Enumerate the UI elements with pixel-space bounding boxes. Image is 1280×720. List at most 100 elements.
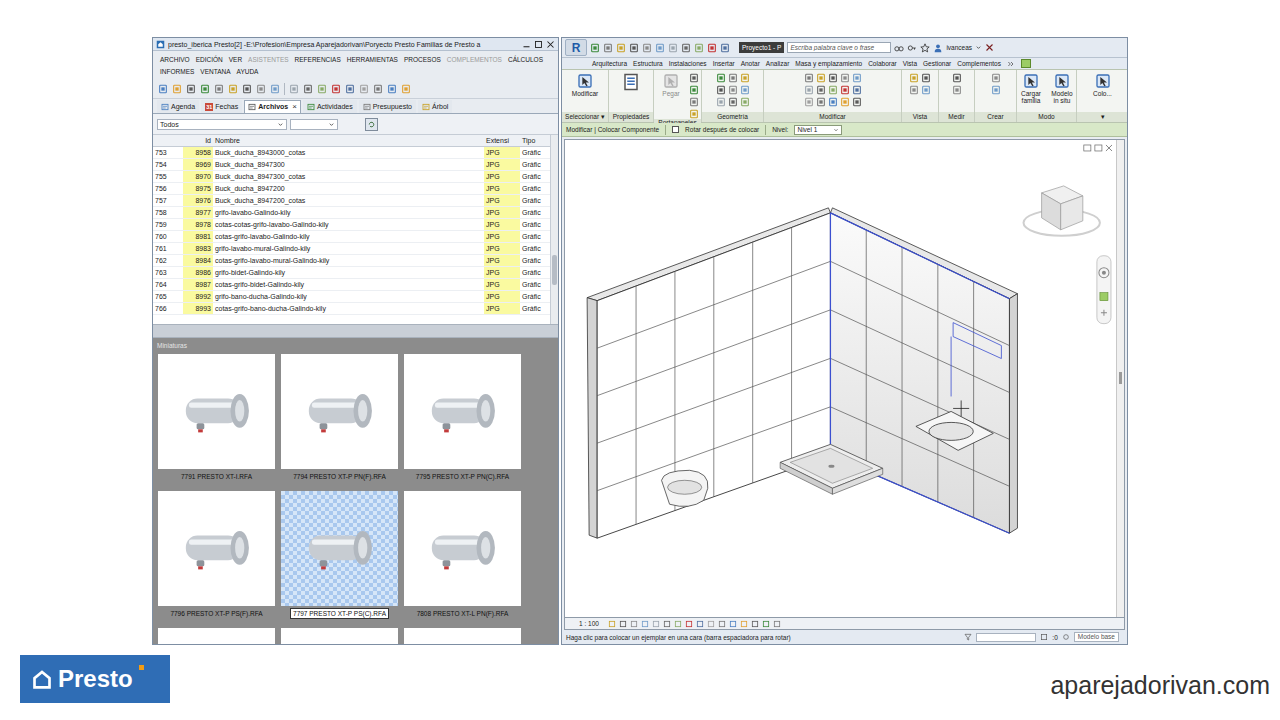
toolbar-icon[interactable]	[270, 84, 280, 94]
menu-item[interactable]: AYUDA	[237, 67, 259, 76]
tool-icon[interactable]	[828, 85, 838, 95]
view-control-icon[interactable]	[685, 620, 693, 628]
thumbnail[interactable]: 7791 PRESTO XT-I.RFA	[158, 354, 275, 483]
chevron-down-icon[interactable]	[975, 44, 982, 51]
toolbar-icon[interactable]	[186, 84, 196, 94]
panel-label[interactable]: Medir	[948, 113, 964, 121]
view-control-icon[interactable]	[751, 620, 759, 628]
tool-icon[interactable]	[716, 97, 726, 107]
menu-item[interactable]: HERRAMIENTAS	[347, 55, 398, 64]
level-dropdown[interactable]: Nivel 1	[794, 125, 842, 135]
revit-logo[interactable]: R	[572, 41, 581, 55]
toolbar-icon[interactable]	[387, 84, 397, 94]
tool-icon[interactable]	[816, 85, 826, 95]
site-url[interactable]: aparejadorivan.com	[1050, 670, 1270, 700]
refresh-icon[interactable]	[367, 120, 376, 129]
search-field[interactable]	[787, 42, 891, 53]
scrollbar[interactable]	[550, 135, 558, 324]
quick-access-icon[interactable]	[720, 43, 730, 53]
refresh-button[interactable]	[365, 118, 378, 131]
ribbon-button[interactable]: Modificar	[570, 73, 600, 97]
minimize-icon[interactable]	[522, 40, 531, 49]
menu-item[interactable]: CÁLCULOS	[508, 55, 543, 64]
chevron-down-icon[interactable]	[277, 121, 284, 128]
tool-icon[interactable]	[689, 97, 699, 107]
view-control-icon[interactable]	[718, 620, 726, 628]
column-header[interactable]: Extensi	[484, 135, 520, 146]
chevron-down-icon[interactable]	[328, 121, 335, 128]
splitter[interactable]	[153, 324, 558, 338]
panel-label[interactable]: Geometría	[717, 113, 748, 121]
panel-label[interactable]: ▾	[1101, 113, 1105, 121]
tool-icon[interactable]	[828, 97, 838, 107]
menu-item[interactable]: INFORMES	[160, 67, 194, 76]
workset-field[interactable]	[976, 633, 1036, 642]
view-control-icon[interactable]	[641, 620, 649, 628]
toolbar-icon[interactable]	[345, 84, 355, 94]
tab[interactable]: 31Fechas	[201, 100, 242, 113]
quick-access-icon[interactable]	[707, 43, 717, 53]
quick-access-icon[interactable]	[629, 43, 639, 53]
tab-close-button[interactable]: ×	[292, 102, 297, 112]
table-row[interactable]: 7658992grifo-bano-ducha-Galindo-kilyJPGG…	[153, 291, 550, 303]
tool-icon[interactable]	[577, 73, 593, 89]
menu-item[interactable]: VENTANA	[200, 67, 230, 76]
column-header[interactable]: Id	[183, 135, 213, 146]
thumbnail[interactable]	[158, 628, 275, 644]
maximize-icon[interactable]	[534, 40, 543, 49]
column-header[interactable]: Nombre	[213, 135, 484, 146]
table-row[interactable]: 7598978cotas-cotas-grifo-lavabo-Galindo-…	[153, 219, 550, 231]
binoculars-icon[interactable]	[894, 43, 904, 53]
table-row[interactable]: 7618983grifo-lavabo-mural-Galindo-kilyJP…	[153, 243, 550, 255]
user-icon[interactable]	[933, 43, 943, 53]
ribbon-button[interactable]: Cargar familia	[1017, 73, 1045, 104]
user-name[interactable]: ivanceas	[946, 43, 972, 52]
panel-label[interactable]: Vista	[913, 113, 927, 121]
tool-icon[interactable]	[689, 109, 699, 119]
filter-dropdown[interactable]: Todos	[157, 119, 287, 130]
view-control-icon[interactable]	[608, 620, 616, 628]
rotate-checkbox[interactable]	[672, 126, 679, 133]
ribbon-tab[interactable]: Masa y emplazamiento	[795, 59, 862, 68]
tab[interactable]: Presupuesto	[359, 100, 416, 113]
view-control-icon[interactable]	[674, 620, 682, 628]
panel-label[interactable]: Crear	[987, 113, 1003, 121]
tool-icon[interactable]	[1054, 73, 1070, 89]
tool-icon[interactable]	[1095, 73, 1111, 89]
thumbnail[interactable]: 7797 PRESTO XT-P PS(C).RFA	[281, 491, 398, 620]
menu-item[interactable]: REFERENCIAS	[295, 55, 341, 64]
toolbar-icon[interactable]	[200, 84, 210, 94]
close-icon[interactable]	[546, 40, 555, 49]
exchange-icon[interactable]	[985, 43, 994, 52]
tool-icon[interactable]	[952, 85, 962, 95]
table-row[interactable]: 7558970Buck_ducha_8947300_cotasJPGGráfic	[153, 171, 550, 183]
tool-icon[interactable]	[804, 97, 814, 107]
view-control-icon[interactable]	[663, 620, 671, 628]
menu-item[interactable]: ARCHIVO	[160, 55, 190, 64]
thumbnail[interactable]: 7808 PRESTO XT-L PN(F).RFA	[404, 491, 521, 620]
tool-icon[interactable]	[716, 85, 726, 95]
tool-icon[interactable]	[728, 85, 738, 95]
ribbon-tab[interactable]: Colaborar	[868, 59, 897, 68]
app-icon[interactable]	[156, 40, 165, 49]
quick-access-icon[interactable]	[694, 43, 704, 53]
table-row[interactable]: 7538958Buck_ducha_8943000_cotasJPGGráfic	[153, 147, 550, 159]
quick-access-icon[interactable]	[642, 43, 652, 53]
tool-icon[interactable]	[1023, 73, 1039, 89]
tool-icon[interactable]	[840, 97, 850, 107]
tool-icon[interactable]	[816, 73, 826, 83]
ribbon-tab[interactable]: Gestionar	[923, 59, 951, 68]
ribbon-tab[interactable]: Insertar	[713, 59, 735, 68]
table-row[interactable]: 7638986grifo-bidet-Galindo-kilyJPGGráfic	[153, 267, 550, 279]
panel-label[interactable]: Seleccionar ▾	[565, 113, 605, 121]
ribbon-tab[interactable]: Complementos	[957, 59, 1001, 68]
view-control-icon[interactable]	[773, 620, 781, 628]
table-row[interactable]: 7628984cotas-grifo-lavabo-mural-Galindo-…	[153, 255, 550, 267]
menu-item[interactable]: VER	[229, 55, 242, 64]
quick-access-icon[interactable]	[668, 43, 678, 53]
toolbar-icon[interactable]	[373, 84, 383, 94]
tool-icon[interactable]	[852, 85, 862, 95]
model-view[interactable]	[565, 140, 1116, 617]
secondary-dropdown[interactable]	[290, 119, 338, 130]
menu-item[interactable]: EDICIÓN	[196, 55, 223, 64]
